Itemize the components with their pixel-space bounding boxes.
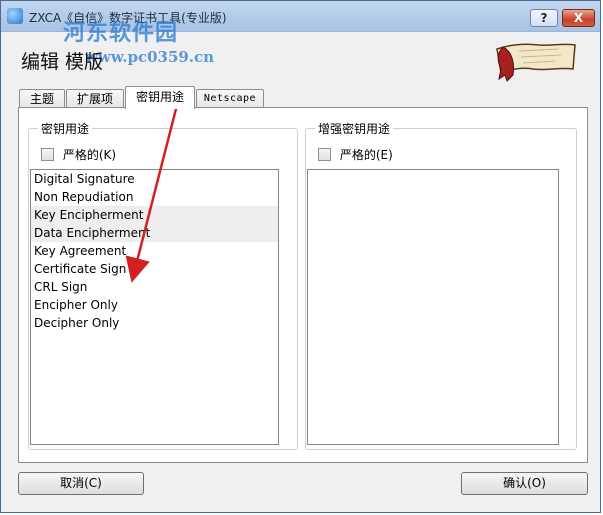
list-item[interactable]: Decipher Only (31, 314, 278, 332)
key-usage-legend: 密钥用途 (38, 120, 93, 137)
extended-key-usage-legend: 增强密钥用途 (315, 120, 394, 137)
tab-key-usage[interactable]: 密钥用途 (125, 86, 195, 109)
certificate-scroll-icon (496, 43, 576, 82)
tab-extensions[interactable]: 扩展项 (66, 89, 124, 108)
extended-key-usage-critical-label[interactable]: 严格的(E) (340, 148, 393, 162)
key-usage-critical-row[interactable]: 严格的(K) (41, 146, 116, 162)
tab-panel-key-usage: 密钥用途 严格的(K) Digital Signature Non Repudi… (18, 107, 588, 463)
extended-key-usage-critical-checkbox[interactable] (318, 148, 331, 161)
help-button[interactable]: ? (530, 9, 558, 27)
extended-key-usage-list[interactable] (307, 169, 559, 445)
cancel-button[interactable]: 取消(C) (18, 472, 144, 495)
list-item[interactable]: Key Agreement (31, 242, 278, 260)
list-item[interactable]: Digital Signature (31, 170, 278, 188)
list-item[interactable]: Certificate Sign (31, 260, 278, 278)
dialog-window: ZXCA《自信》数字证书工具(专业版) 河东软件园 ? X www.pc0359… (0, 0, 601, 513)
list-item[interactable]: Encipher Only (31, 296, 278, 314)
list-item[interactable]: Non Repudiation (31, 188, 278, 206)
page-title: 编辑 模版 (21, 51, 104, 73)
tab-netscape[interactable]: Netscape (196, 89, 264, 108)
extended-key-usage-critical-row[interactable]: 严格的(E) (318, 146, 393, 162)
list-item[interactable]: CRL Sign (31, 278, 278, 296)
tab-subject[interactable]: 主题 (19, 89, 65, 108)
app-icon (7, 8, 23, 24)
key-usage-critical-label[interactable]: 严格的(K) (63, 148, 116, 162)
key-usage-group: 密钥用途 严格的(K) Digital Signature Non Repudi… (28, 120, 298, 450)
ok-button[interactable]: 确认(O) (461, 472, 588, 495)
list-item[interactable]: Key Encipherment (31, 206, 278, 224)
key-usage-list[interactable]: Digital Signature Non Repudiation Key En… (30, 169, 279, 445)
watermark-text: 河东软件园 (63, 20, 179, 46)
title-bar[interactable]: ZXCA《自信》数字证书工具(专业版) 河东软件园 ? X (1, 1, 600, 46)
key-usage-critical-checkbox[interactable] (41, 148, 54, 161)
list-item[interactable]: Data Encipherment (31, 224, 278, 242)
close-button[interactable]: X (562, 9, 595, 27)
extended-key-usage-group: 增强密钥用途 严格的(E) (305, 120, 577, 450)
watermark-url: www.pc0359.cn (85, 48, 215, 66)
